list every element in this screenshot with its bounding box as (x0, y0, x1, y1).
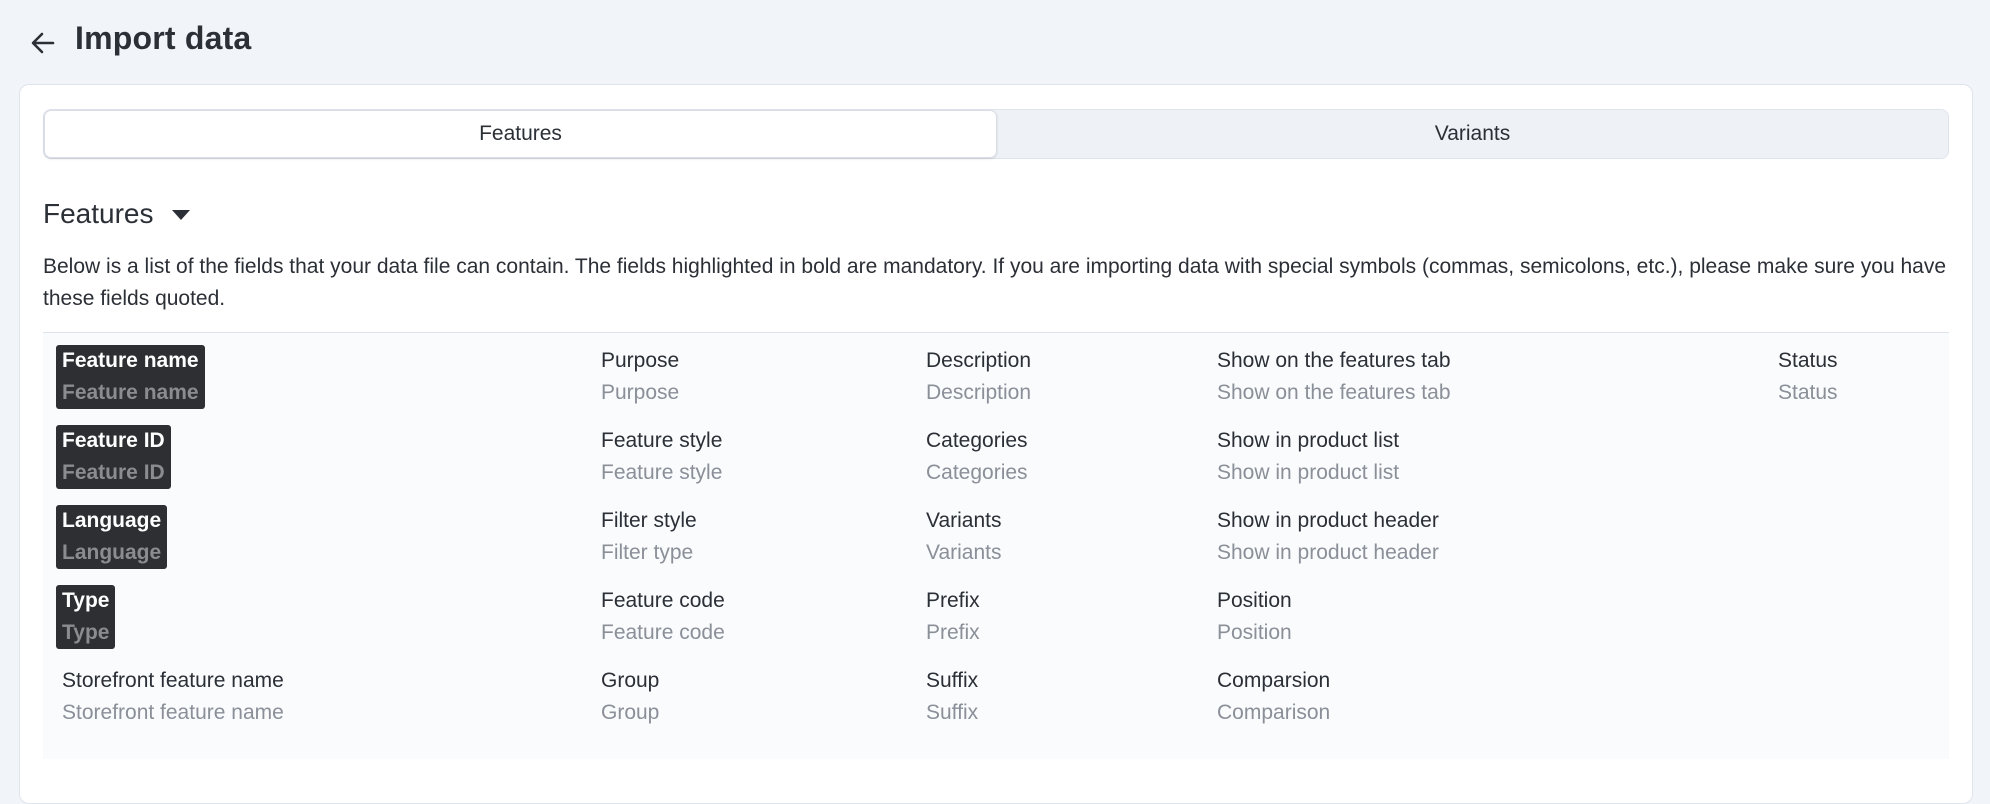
field-show-in-product-header: Show in product header Show in product h… (1217, 505, 1439, 569)
field-name: Show on the features tab (1217, 349, 1451, 372)
field-name: Filter style (601, 509, 697, 532)
field-column: Purpose (601, 381, 680, 404)
page-title: Import data (75, 20, 252, 56)
fields-list: Feature name Feature name Feature ID Fea… (43, 332, 1949, 759)
field-position: Position Position (1217, 585, 1292, 649)
field-name: Feature code (601, 589, 725, 612)
field-column: Show in product list (1217, 461, 1400, 484)
field-name: Feature style (601, 429, 723, 452)
field-variants: Variants Variants (926, 505, 1001, 569)
field-column: Show on the features tab (1217, 381, 1451, 404)
field-name: Show in product header (1217, 509, 1439, 532)
field-column: Feature style (601, 461, 723, 484)
field-column: Prefix (926, 621, 980, 644)
field-column: Comparison (1217, 701, 1331, 724)
field-suffix: Suffix Suffix (926, 665, 978, 729)
tab-features[interactable]: Features (44, 110, 997, 158)
field-show-on-features-tab: Show on the features tab Show on the fea… (1217, 345, 1451, 409)
field-name: Suffix (926, 669, 979, 692)
field-type: Type Type (56, 585, 116, 649)
field-column: Feature name (62, 381, 199, 404)
arrow-left-icon (31, 32, 55, 54)
features-section-toggle[interactable]: Features (43, 196, 190, 232)
field-name: Comparsion (1217, 669, 1331, 692)
field-column: Type (62, 621, 110, 644)
field-column: Position (1217, 621, 1292, 644)
field-column: Status (1778, 381, 1838, 404)
section-description: Below is a list of the fields that your … (43, 255, 1947, 310)
field-name: Feature ID (62, 429, 165, 452)
field-feature-style: Feature style Feature style (601, 425, 722, 489)
tab-bar: Features Variants (43, 109, 1949, 159)
field-name: Language (62, 509, 162, 532)
field-column: Language (62, 541, 162, 564)
field-show-in-product-list: Show in product list Show in product lis… (1217, 425, 1399, 489)
field-column: Group (601, 701, 660, 724)
field-column: Categories (926, 461, 1028, 484)
field-name: Description (926, 349, 1032, 372)
field-column: Filter type (601, 541, 694, 564)
field-column: Description (926, 381, 1032, 404)
field-name: Variants (926, 509, 1002, 532)
field-storefront-feature-name: Storefront feature name Storefront featu… (62, 665, 284, 729)
field-comparison: Comparsion Comparison (1217, 665, 1330, 729)
field-language: Language Language (56, 505, 168, 569)
field-column: Feature ID (62, 461, 165, 484)
field-column: Storefront feature name (62, 701, 284, 724)
field-feature-id: Feature ID Feature ID (56, 425, 171, 489)
field-name: Status (1778, 349, 1838, 372)
field-purpose: Purpose Purpose (601, 345, 679, 409)
field-name: Purpose (601, 349, 680, 372)
field-name: Position (1217, 589, 1292, 612)
field-name: Type (62, 589, 110, 612)
import-card: Features Variants Features Below is a li… (19, 84, 1973, 804)
back-button[interactable] (26, 26, 60, 60)
field-name: Storefront feature name (62, 669, 284, 692)
top-bar: Import data (0, 0, 1990, 84)
field-name: Show in product list (1217, 429, 1400, 452)
field-name: Group (601, 669, 660, 692)
field-name: Categories (926, 429, 1028, 452)
field-status: Status Status (1778, 345, 1838, 409)
field-name: Prefix (926, 589, 980, 612)
field-column: Suffix (926, 701, 979, 724)
section-title: Features (43, 198, 154, 229)
field-categories: Categories Categories (926, 425, 1028, 489)
field-column: Feature code (601, 621, 725, 644)
field-name: Feature name (62, 349, 199, 372)
field-prefix: Prefix Prefix (926, 585, 980, 649)
tab-variants[interactable]: Variants (997, 110, 1948, 158)
field-feature-code: Feature code Feature code (601, 585, 725, 649)
field-description: Description Description (926, 345, 1031, 409)
field-group: Group Group (601, 665, 659, 729)
field-feature-name: Feature name Feature name (56, 345, 205, 409)
field-filter-style: Filter style Filter type (601, 505, 697, 569)
field-column: Variants (926, 541, 1002, 564)
caret-down-icon (171, 210, 190, 220)
field-column: Show in product header (1217, 541, 1439, 564)
